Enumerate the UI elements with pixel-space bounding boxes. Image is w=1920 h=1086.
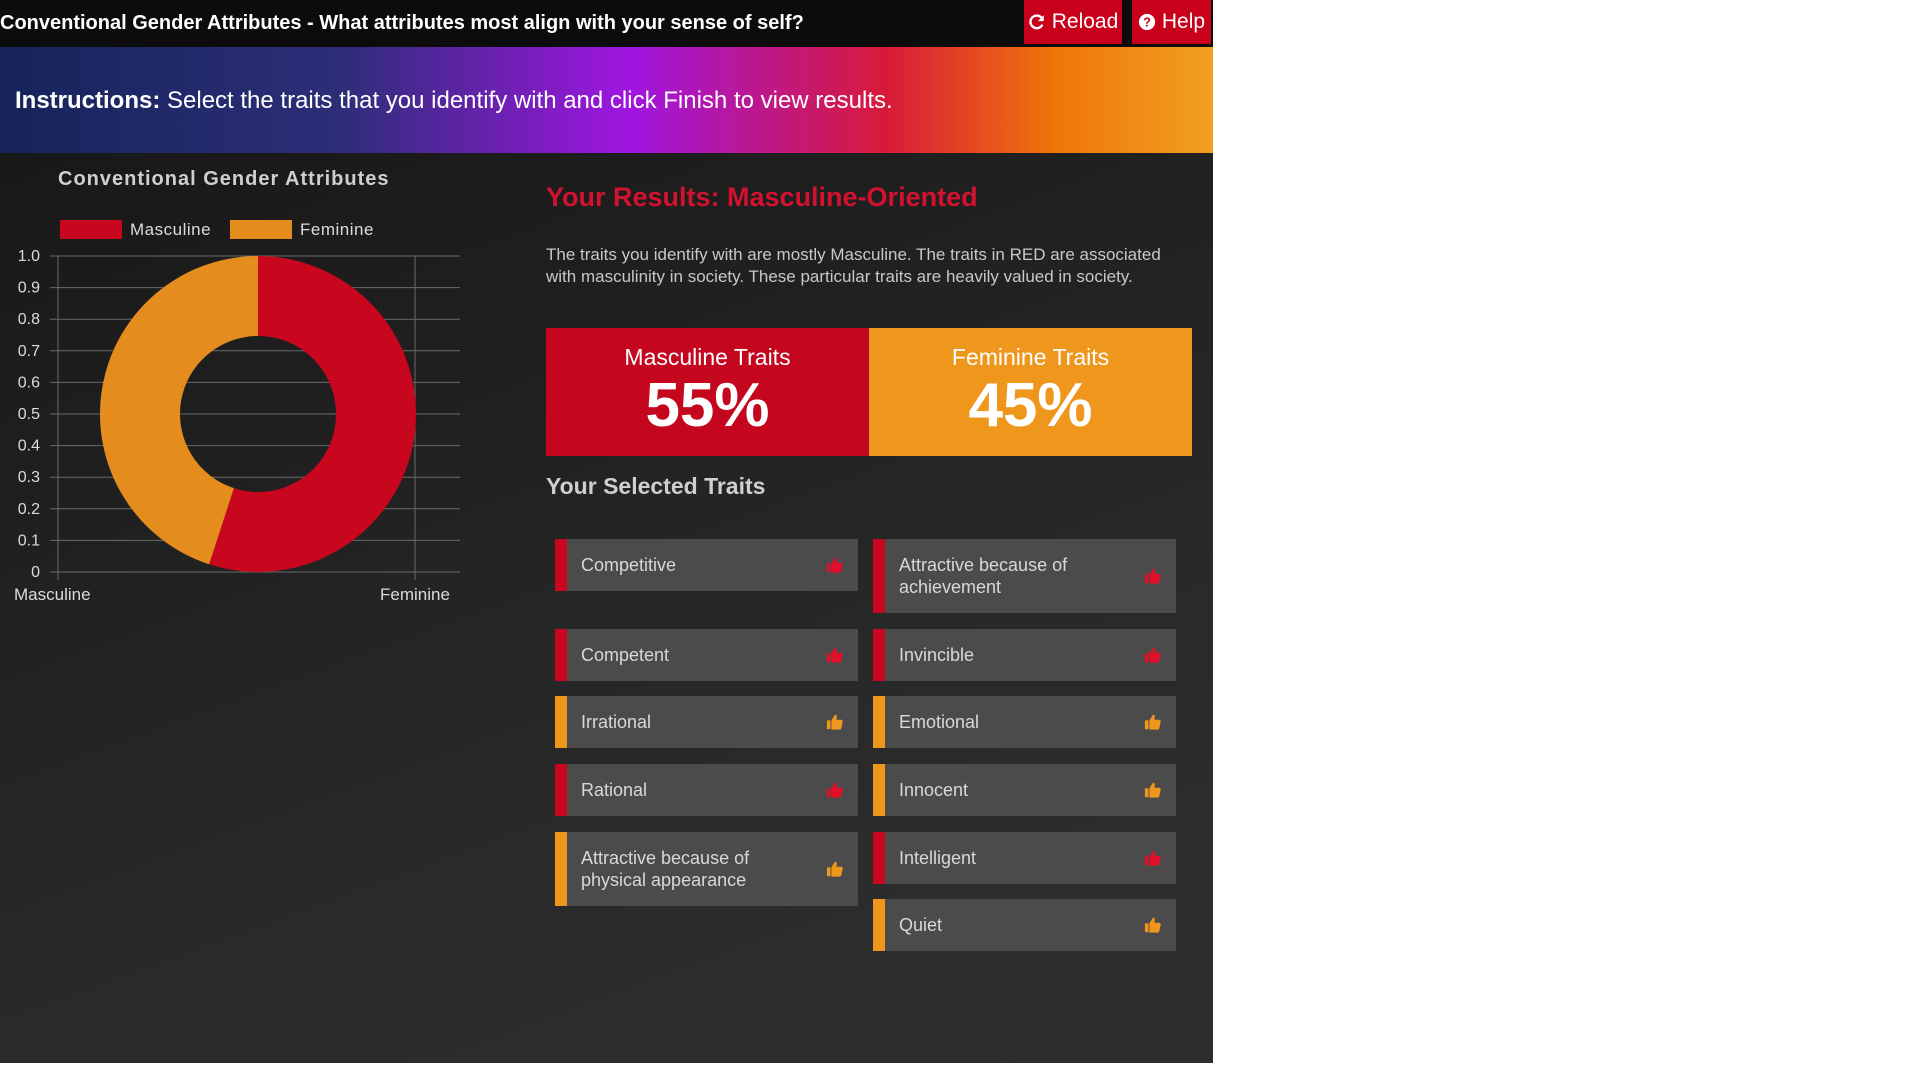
- masculine-score-value: 55%: [645, 371, 770, 440]
- help-label: Help: [1161, 10, 1206, 33]
- trait-label: Innocent: [899, 780, 969, 800]
- app-window: Conventional Gender Attributes - What at…: [0, 0, 1213, 1063]
- trait-label: Attractive because of achievement: [899, 555, 1068, 597]
- y-tick-label: 0.2: [18, 501, 40, 518]
- x-tick-label: Feminine: [380, 585, 450, 604]
- thumbs-up-icon: [826, 782, 843, 798]
- results-description: The traits you identify with are mostly …: [546, 245, 1161, 286]
- trait-card[interactable]: Emotional: [873, 696, 1176, 748]
- thumbs-up-icon: [1144, 782, 1161, 798]
- masculine-score-label: Masculine Traits: [624, 344, 791, 370]
- donut-chart: 1.0 0.9 0.8 0.7 0.6 0.5 0.4 0.3 0.2 0.1 0 Masculine…: [14, 248, 460, 604]
- feminine-score-value: 45%: [968, 371, 1093, 440]
- thumbs-up-icon: [826, 557, 843, 573]
- x-tick-label: Masculine: [14, 585, 91, 604]
- instructions-banner: Instructions: Select the traits that you…: [0, 47, 1213, 153]
- trait-label: Competent: [581, 645, 670, 665]
- trait-card[interactable]: Attractive because of physical appearanc…: [555, 832, 858, 906]
- feminine-score-label: Feminine Traits: [951, 344, 1110, 370]
- masculine-score-box: Masculine Traits 55%: [546, 328, 869, 456]
- header-bar: Conventional Gender Attributes - What at…: [0, 0, 1213, 47]
- thumbs-up-icon: [826, 647, 843, 663]
- legend-swatch-feminine: [230, 220, 292, 239]
- thumbs-up-icon: [1144, 647, 1161, 663]
- thumbs-up-icon: [826, 861, 843, 877]
- trait-card[interactable]: Intelligent: [873, 832, 1176, 884]
- trait-card[interactable]: Invincible: [873, 629, 1176, 681]
- feminine-score-box: Feminine Traits 45%: [869, 328, 1192, 456]
- trait-card[interactable]: Quiet: [873, 899, 1176, 951]
- trait-label: Competitive: [581, 555, 677, 575]
- y-tick-label: 0.5: [18, 406, 40, 423]
- results-heading: Your Results: Masculine-Oriented: [546, 182, 978, 212]
- instructions-label: Instructions:: [15, 87, 161, 114]
- legend-label-feminine: Feminine: [300, 219, 374, 239]
- trait-label: Irrational: [581, 712, 652, 732]
- y-tick-label: 0.9: [18, 280, 40, 297]
- y-tick-label: 0: [31, 564, 40, 581]
- refresh-icon: [1029, 14, 1044, 30]
- trait-label: Invincible: [899, 645, 975, 665]
- reload-button[interactable]: Reload: [1024, 0, 1122, 44]
- y-tick-label: 0.4: [18, 438, 40, 455]
- page-title: Conventional Gender Attributes - What at…: [0, 12, 804, 34]
- trait-card[interactable]: Competitive: [555, 539, 858, 591]
- trait-card[interactable]: Attractive because of achievement: [873, 539, 1176, 613]
- y-tick-label: 1.0: [18, 248, 40, 265]
- question-circle-icon: ?: [1138, 13, 1155, 31]
- trait-label: Rational: [581, 780, 648, 800]
- trait-card[interactable]: Innocent: [873, 764, 1176, 816]
- legend-label-masculine: Masculine: [130, 219, 212, 239]
- y-tick-label: 0.7: [18, 343, 40, 360]
- legend-swatch-masculine: [60, 220, 122, 239]
- thumbs-up-icon: [1144, 714, 1161, 730]
- reload-label: Reload: [1051, 10, 1119, 33]
- legend-item-masculine[interactable]: Masculine: [60, 219, 211, 240]
- svg-text:?: ?: [1143, 16, 1151, 30]
- thumbs-up-icon: [826, 714, 843, 730]
- y-tick-label: 0.8: [18, 311, 40, 328]
- trait-label: Intelligent: [899, 848, 977, 868]
- help-button[interactable]: ? Help: [1132, 0, 1211, 44]
- y-tick-label: 0.6: [18, 374, 40, 391]
- legend-item-feminine[interactable]: Feminine: [230, 219, 374, 240]
- thumbs-up-icon: [1144, 917, 1161, 933]
- trait-card[interactable]: Competent: [555, 629, 858, 681]
- thumbs-up-icon: [1144, 850, 1161, 866]
- trait-card[interactable]: Irrational: [555, 696, 858, 748]
- trait-label: Quiet: [899, 915, 943, 935]
- thumbs-up-icon: [1144, 568, 1161, 584]
- instructions-body: Select the traits that you identify with…: [160, 87, 893, 114]
- y-tick-label: 0.1: [18, 532, 40, 549]
- y-tick-label: 0.3: [18, 469, 40, 486]
- instructions-text: Instructions: Select the traits that you…: [15, 87, 893, 115]
- selected-traits-heading: Your Selected Traits: [546, 473, 766, 499]
- chart-title: Conventional Gender Attributes: [58, 168, 390, 190]
- trait-card[interactable]: Rational: [555, 764, 858, 816]
- trait-label: Attractive because of physical appearanc…: [581, 848, 750, 890]
- trait-label: Emotional: [899, 712, 980, 732]
